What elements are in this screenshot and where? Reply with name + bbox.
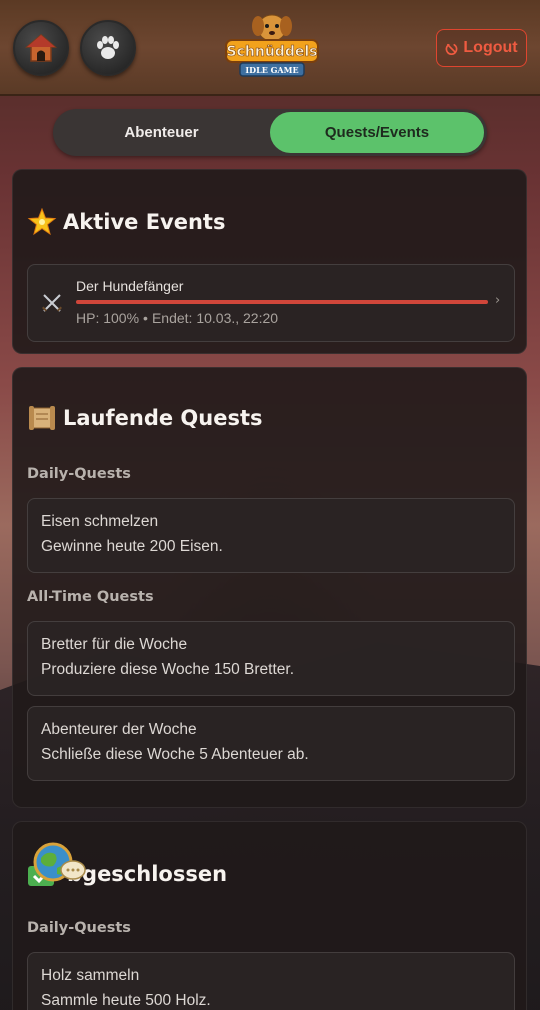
star-icon [27,208,57,236]
completed-daily-label: Daily-Quests [27,920,131,936]
event-name: Der Hundefänger [76,278,184,294]
event-hp-label: HP: 100% [76,310,140,326]
logout-button[interactable]: Logout [436,29,527,67]
quest-description: Produziere diese Woche 150 Bretter. [41,661,295,678]
completed-title: bgeschlossen [67,862,228,886]
scroll-icon [29,406,55,430]
completed-quests-panel: bgeschlossen Daily-Quests Holz sammeln S… [12,821,527,1010]
running-title: Laufende Quests [63,406,263,430]
power-icon [445,43,458,55]
home-button[interactable] [13,20,69,76]
event-meta: HP: 100% • Endet: 10.03., 22:20 [76,310,278,326]
completed-quest-card[interactable]: Holz sammeln Sammle heute 500 Holz. [27,952,515,1010]
events-title: Aktive Events [63,210,226,234]
alltime-quests-label: All-Time Quests [27,589,154,605]
event-hp-bar [76,300,488,304]
logo-subtitle: IDLE GAME [245,65,298,75]
completed-icon-group [27,842,86,888]
logout-label: Logout [463,39,518,56]
events-heading: Aktive Events [27,208,225,236]
top-bar: Schnüddels IDLE GAME Logout [0,0,540,96]
quest-card[interactable]: Bretter für die Woche Produziere diese W… [27,621,515,696]
tab-bar: Abenteuer Quests/Events [53,109,487,156]
quest-card[interactable]: Eisen schmelzen Gewinne heute 200 Eisen. [27,498,515,573]
paw-icon [97,36,119,59]
event-meta-separator: • [143,310,148,326]
paw-button[interactable] [80,20,136,76]
event-end-label: Endet: 10.03., 22:20 [151,310,279,326]
running-quests-panel: Laufende Quests Daily-Quests Eisen schme… [12,367,527,808]
running-heading: Laufende Quests [27,404,263,432]
completed-heading: bgeschlossen [27,842,228,888]
quest-title: Bretter für die Woche [41,636,188,653]
quest-title: Abenteurer der Woche [41,721,197,738]
daily-quests-label: Daily-Quests [27,466,131,482]
doghouse-icon [25,34,57,62]
quest-title: Eisen schmelzen [41,513,159,530]
events-panel: Aktive Events Der Hundefänger HP: 100% • E… [12,169,527,354]
quest-description: Schließe diese Woche 5 Abenteuer ab. [41,746,309,763]
crossed-swords-icon [42,294,62,312]
event-hp-fill [76,300,488,304]
logo-title: Schnüddels [227,44,318,60]
quest-card[interactable]: Abenteurer der Woche Schließe diese Woch… [27,706,515,781]
quest-description: Gewinne heute 200 Eisen. [41,538,223,555]
quest-description: Sammle heute 500 Holz. [41,992,211,1009]
tab-quests-events[interactable]: Quests/Events [270,112,484,153]
quest-title: Holz sammeln [41,967,140,984]
game-logo: Schnüddels IDLE GAME [220,8,324,86]
tab-abenteuer[interactable]: Abenteuer [56,112,267,153]
chevron-right-icon: › [495,293,501,308]
event-card[interactable]: Der Hundefänger HP: 100% • Endet: 10.03., … [27,264,515,342]
globe-chat-icon [33,842,86,882]
